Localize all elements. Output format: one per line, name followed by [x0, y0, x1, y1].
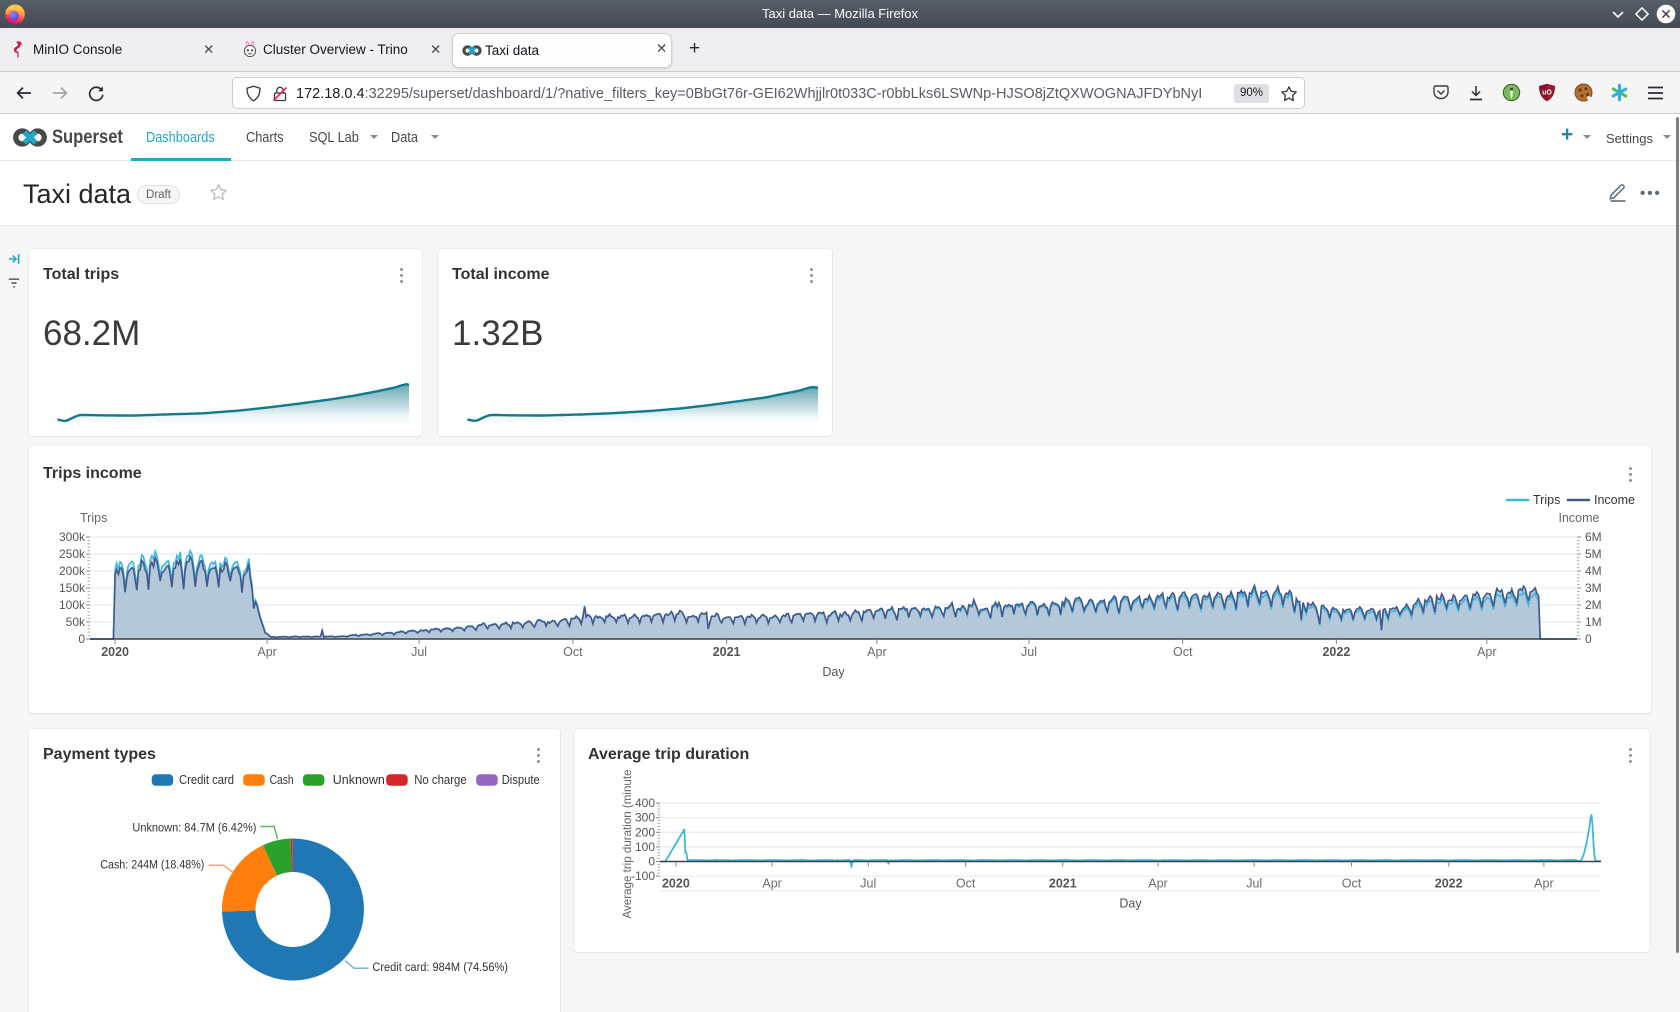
svg-text:Apr: Apr — [867, 645, 886, 659]
svg-text:6M: 6M — [1585, 530, 1602, 544]
svg-text:Credit card: 984M (74.56%): Credit card: 984M (74.56%) — [372, 960, 508, 974]
svg-text:-100: -100 — [631, 869, 655, 883]
svg-text:Cash: Cash — [270, 773, 294, 787]
svg-text:200: 200 — [635, 825, 655, 839]
svg-text:Jul: Jul — [1021, 645, 1037, 659]
svg-text:0: 0 — [648, 855, 655, 869]
svg-text:Apr: Apr — [257, 645, 276, 659]
svg-text:Credit card: Credit card — [179, 773, 234, 787]
svg-text:Day: Day — [1119, 897, 1142, 911]
svg-text:Unknown: 84.7M (6.42%): Unknown: 84.7M (6.42%) — [132, 821, 256, 835]
svg-text:300: 300 — [635, 811, 655, 825]
svg-text:Cash: 244M (18.48%): Cash: 244M (18.48%) — [100, 858, 204, 872]
svg-text:Trips: Trips — [80, 511, 107, 525]
svg-text:2020: 2020 — [101, 645, 129, 659]
svg-text:Jul: Jul — [1246, 877, 1262, 891]
svg-text:300k: 300k — [59, 530, 86, 544]
svg-text:Average trip duration (minute: Average trip duration (minute — [620, 769, 634, 918]
svg-text:uO: uO — [1542, 90, 1552, 97]
svg-text:Apr: Apr — [1477, 645, 1496, 659]
svg-text:0: 0 — [78, 632, 85, 646]
svg-text:2M: 2M — [1585, 598, 1602, 612]
svg-text:Unknown: Unknown — [333, 773, 385, 787]
svg-text:Jul: Jul — [860, 877, 876, 891]
svg-text:2021: 2021 — [713, 645, 741, 659]
svg-text:Trips: Trips — [1533, 493, 1560, 507]
svg-text:5M: 5M — [1585, 547, 1602, 561]
svg-text:Day: Day — [822, 665, 845, 679]
svg-text:Oct: Oct — [956, 877, 976, 891]
svg-text:Apr: Apr — [1148, 877, 1167, 891]
svg-text:2020: 2020 — [662, 877, 690, 891]
svg-text:Income: Income — [1559, 511, 1600, 525]
svg-text:50k: 50k — [66, 615, 86, 629]
svg-text:2021: 2021 — [1049, 877, 1077, 891]
svg-text:3M: 3M — [1585, 581, 1602, 595]
svg-text:100k: 100k — [59, 598, 86, 612]
svg-text:Income: Income — [1594, 493, 1635, 507]
svg-text:Oct: Oct — [563, 645, 583, 659]
svg-text:4M: 4M — [1585, 564, 1602, 578]
svg-text:No charge: No charge — [414, 773, 467, 787]
svg-text:400: 400 — [635, 796, 655, 810]
svg-text:2022: 2022 — [1322, 645, 1350, 659]
svg-text:0: 0 — [1585, 632, 1592, 646]
svg-text:150k: 150k — [59, 581, 86, 595]
svg-text:Jul: Jul — [411, 645, 427, 659]
svg-text:Oct: Oct — [1342, 877, 1362, 891]
svg-text:Apr: Apr — [762, 877, 781, 891]
svg-text:200k: 200k — [59, 564, 86, 578]
svg-text:Apr: Apr — [1534, 877, 1553, 891]
svg-text:250k: 250k — [59, 547, 86, 561]
svg-text:100: 100 — [635, 840, 655, 854]
svg-text:2022: 2022 — [1435, 877, 1463, 891]
svg-text:1M: 1M — [1585, 615, 1602, 629]
svg-text:Oct: Oct — [1173, 645, 1193, 659]
svg-text:Dispute: Dispute — [502, 773, 540, 787]
